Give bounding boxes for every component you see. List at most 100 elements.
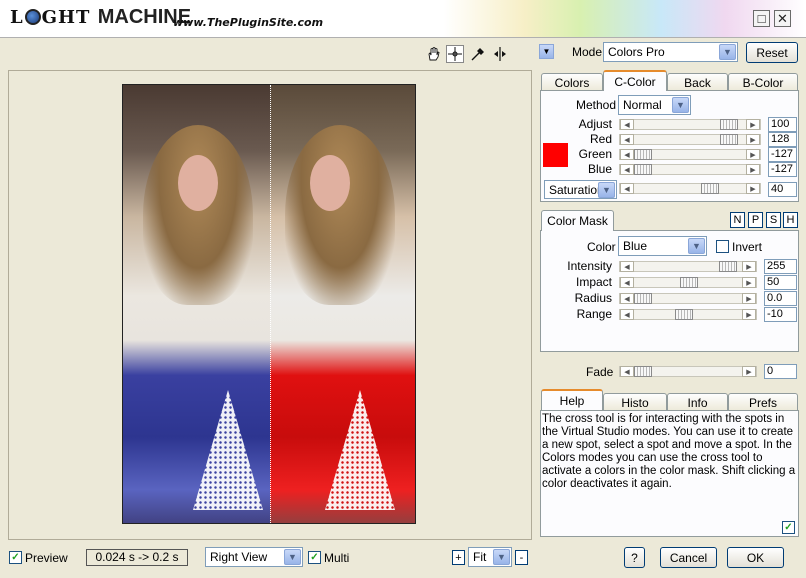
zoom-select[interactable]: Fit ▼ (468, 547, 512, 567)
logo-o-icon (24, 9, 41, 25)
ok-button[interactable]: OK (727, 547, 784, 568)
saturation-slider[interactable]: ◀ ▶ (619, 183, 761, 194)
mode-select[interactable]: Colors Pro ▼ (603, 42, 738, 62)
help-button[interactable]: ? (624, 547, 645, 568)
mask-value[interactable]: 0.0 (764, 291, 797, 306)
slider-right-arrow-icon[interactable]: ▶ (742, 293, 756, 304)
mode-label: Mode (572, 45, 603, 59)
fade-label: Fade (586, 365, 614, 379)
slider-right-arrow-icon[interactable]: ▶ (746, 164, 760, 175)
zoom-out-button[interactable]: - (515, 550, 528, 565)
eyedropper-tool-icon[interactable] (469, 45, 487, 63)
slider-right-arrow-icon[interactable]: ▶ (742, 366, 756, 377)
mask-value[interactable]: 50 (764, 275, 797, 290)
collapse-chevron-icon[interactable]: ▼ (539, 44, 554, 59)
saturation-value[interactable]: 40 (768, 182, 797, 197)
slider-thumb[interactable] (634, 366, 652, 377)
mask-slider[interactable]: ◀ ▶ (619, 261, 757, 272)
slider-thumb[interactable] (720, 134, 738, 145)
hand-tool-icon[interactable] (424, 45, 442, 63)
slider-left-arrow-icon[interactable]: ◀ (620, 309, 634, 320)
slider-right-arrow-icon[interactable]: ▶ (746, 119, 760, 130)
method-select[interactable]: Normal ▼ (618, 95, 691, 115)
slider-thumb[interactable] (701, 183, 719, 194)
slider-thumb[interactable] (634, 149, 652, 160)
fade-value[interactable]: 0 (764, 364, 797, 379)
tab-help[interactable]: Help (541, 389, 603, 410)
tab-b-color[interactable]: B-Color (728, 73, 798, 91)
slider-left-arrow-icon[interactable]: ◀ (620, 164, 634, 175)
slider-left-arrow-icon[interactable]: ◀ (620, 119, 634, 130)
tab-colors[interactable]: Colors (541, 73, 603, 91)
help-check-icon[interactable]: ✓ (782, 521, 795, 534)
s-button[interactable]: S (766, 212, 781, 228)
n-button[interactable]: N (730, 212, 745, 228)
ccolor-value[interactable]: 128 (768, 132, 797, 147)
preview-checkbox[interactable]: ✓ (9, 551, 22, 564)
tab-histo[interactable]: Histo (603, 393, 667, 411)
tab-prefs[interactable]: Prefs (728, 393, 798, 411)
slider-left-arrow-icon[interactable]: ◀ (620, 149, 634, 160)
close-button[interactable]: ✕ (774, 10, 791, 27)
slider-left-arrow-icon[interactable]: ◀ (620, 277, 634, 288)
chevron-down-icon: ▼ (284, 549, 301, 565)
slider-right-arrow-icon[interactable]: ▶ (746, 183, 760, 194)
processed-image-half (270, 85, 415, 523)
ccolor-slider[interactable]: ◀ ▶ (619, 134, 761, 145)
mask-value[interactable]: -10 (764, 307, 797, 322)
fade-slider[interactable]: ◀ ▶ (619, 366, 757, 377)
p-button[interactable]: P (748, 212, 763, 228)
slider-thumb[interactable] (675, 309, 693, 320)
slider-right-arrow-icon[interactable]: ▶ (742, 309, 756, 320)
mask-color-select[interactable]: Blue ▼ (618, 236, 707, 256)
timing-display: 0.024 s -> 0.2 s (86, 549, 188, 566)
slider-right-arrow-icon[interactable]: ▶ (746, 134, 760, 145)
mask-slider[interactable]: ◀ ▶ (619, 277, 757, 288)
reset-button[interactable]: Reset (746, 42, 798, 63)
ccolor-label: Green (578, 147, 612, 161)
ccolor-value[interactable]: 100 (768, 117, 797, 132)
ccolor-slider[interactable]: ◀ ▶ (619, 149, 761, 160)
cancel-button[interactable]: Cancel (660, 547, 717, 568)
ccolor-slider[interactable]: ◀ ▶ (619, 164, 761, 175)
chevron-down-icon: ▼ (688, 238, 705, 254)
slider-right-arrow-icon[interactable]: ▶ (742, 277, 756, 288)
slider-left-arrow-icon[interactable]: ◀ (620, 134, 634, 145)
slider-thumb[interactable] (719, 261, 737, 272)
tab-color-mask[interactable]: Color Mask (541, 210, 614, 231)
h-button[interactable]: H (783, 212, 798, 228)
split-line[interactable] (270, 85, 271, 523)
slider-left-arrow-icon[interactable]: ◀ (620, 366, 634, 377)
tab-c-color[interactable]: C-Color (603, 70, 667, 91)
slider-thumb[interactable] (720, 119, 738, 130)
mask-slider[interactable]: ◀ ▶ (619, 309, 757, 320)
slider-thumb[interactable] (634, 293, 652, 304)
slider-left-arrow-icon[interactable]: ◀ (620, 261, 634, 272)
slider-right-arrow-icon[interactable]: ▶ (742, 261, 756, 272)
invert-checkbox[interactable] (716, 240, 729, 253)
ccolor-label: Red (589, 132, 612, 146)
slider-thumb[interactable] (680, 277, 698, 288)
mask-label: Intensity (567, 259, 612, 273)
slider-right-arrow-icon[interactable]: ▶ (746, 149, 760, 160)
mask-value[interactable]: 255 (764, 259, 797, 274)
slider-left-arrow-icon[interactable]: ◀ (620, 293, 634, 304)
chevron-down-icon: ▼ (598, 182, 615, 198)
chevron-down-icon: ▼ (719, 44, 736, 60)
saturation-select[interactable]: Saturation ▼ (544, 180, 617, 199)
ccolor-slider[interactable]: ◀ ▶ (619, 119, 761, 130)
zoom-in-button[interactable]: + (452, 550, 465, 565)
maximize-button[interactable]: □ (753, 10, 770, 27)
ccolor-value[interactable]: -127 (768, 162, 797, 177)
ccolor-value[interactable]: -127 (768, 147, 797, 162)
preview-image[interactable] (122, 84, 416, 524)
split-view-tool-icon[interactable] (491, 45, 509, 63)
cross-tool-icon[interactable] (446, 45, 464, 63)
tab-info[interactable]: Info (667, 393, 728, 411)
tab-back[interactable]: Back (667, 73, 728, 91)
mask-slider[interactable]: ◀ ▶ (619, 293, 757, 304)
slider-left-arrow-icon[interactable]: ◀ (620, 183, 634, 194)
view-select[interactable]: Right View ▼ (205, 547, 303, 567)
slider-thumb[interactable] (634, 164, 652, 175)
multi-checkbox[interactable]: ✓ (308, 551, 321, 564)
